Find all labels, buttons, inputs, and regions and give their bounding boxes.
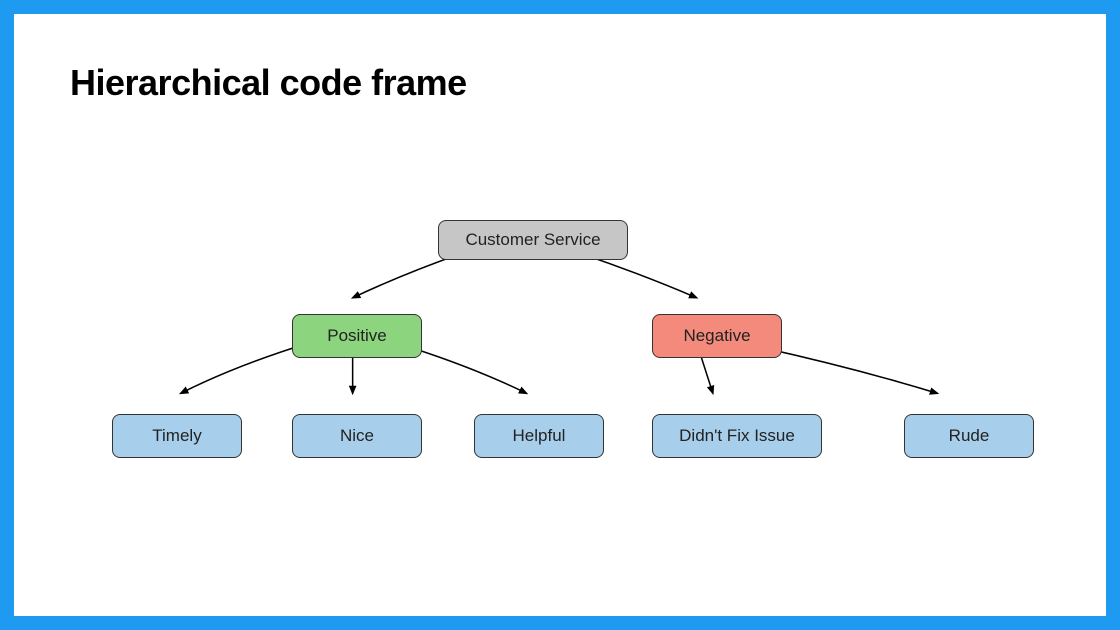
node-label: Rude xyxy=(949,426,990,446)
node-rude: Rude xyxy=(904,414,1034,458)
node-label: Customer Service xyxy=(465,230,600,250)
node-label: Didn't Fix Issue xyxy=(679,426,795,446)
node-label: Nice xyxy=(340,426,374,446)
node-nice: Nice xyxy=(292,414,422,458)
node-label: Negative xyxy=(683,326,750,346)
slide-frame: Hierarchical code frame Customer xyxy=(0,0,1120,630)
node-label: Helpful xyxy=(513,426,566,446)
node-label: Positive xyxy=(327,326,387,346)
node-negative: Negative xyxy=(652,314,782,358)
node-timely: Timely xyxy=(112,414,242,458)
node-positive: Positive xyxy=(292,314,422,358)
node-customer-service: Customer Service xyxy=(438,220,628,260)
node-didnt-fix-issue: Didn't Fix Issue xyxy=(652,414,822,458)
node-label: Timely xyxy=(152,426,201,446)
node-helpful: Helpful xyxy=(474,414,604,458)
diagram-canvas: Customer Service Positive Negative Timel… xyxy=(14,14,1106,616)
connector-arrows xyxy=(14,14,1106,616)
